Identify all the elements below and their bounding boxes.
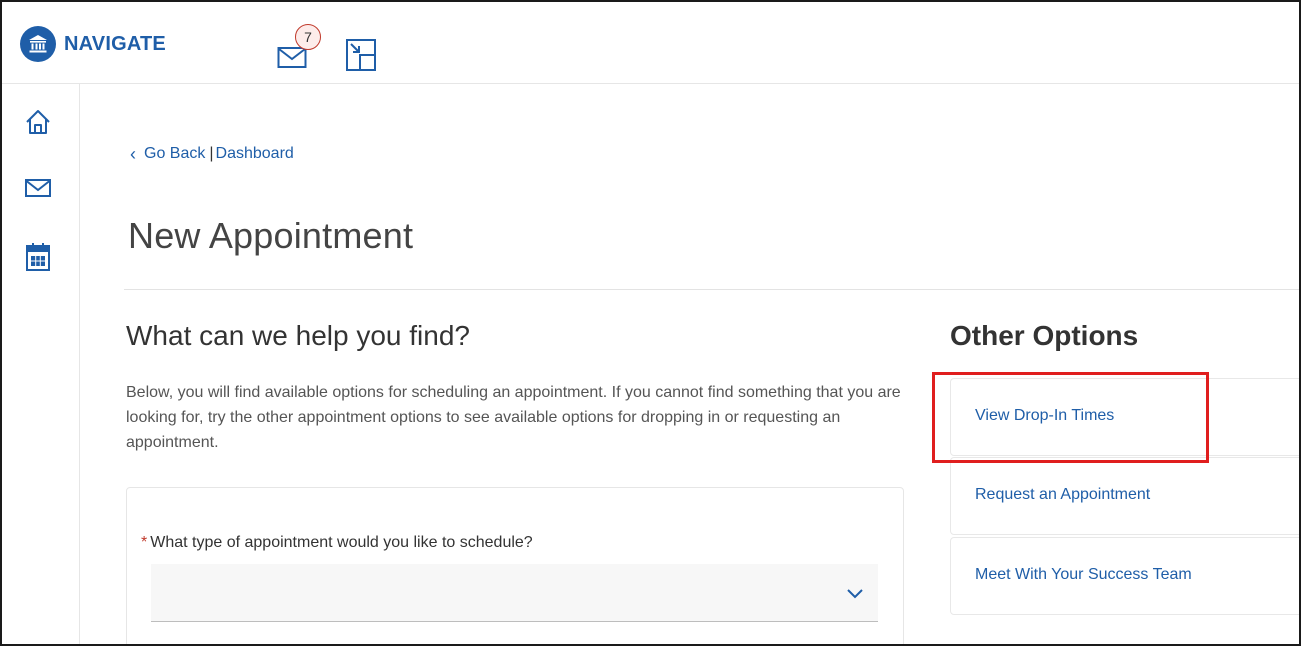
header-divider [124, 289, 1299, 290]
request-appointment-option[interactable]: Request an Appointment [950, 457, 1299, 535]
highlight-box [932, 372, 1209, 463]
calendar-nav-button[interactable] [24, 242, 52, 271]
messages-button[interactable]: 7 [277, 24, 345, 74]
meet-success-team-option[interactable]: Meet With Your Success Team [950, 537, 1299, 615]
appointment-type-label-text: What type of appointment would you like … [150, 534, 533, 551]
calendar-icon [26, 243, 50, 271]
top-bar: NAVIGATE 7 [2, 2, 1299, 84]
resize-window-icon [346, 39, 376, 71]
home-icon [26, 110, 50, 134]
envelope-icon [25, 179, 51, 197]
finder-title: What can we help you find? [126, 320, 470, 351]
required-marker: * [141, 534, 148, 551]
chevron-left-icon: ‹ [130, 144, 136, 164]
appointment-type-label: * What type of appointment would you like… [141, 534, 533, 552]
appointment-form-card: * What type of appointment would you like… [126, 487, 904, 644]
university-building-icon [20, 26, 56, 62]
navigate-logo[interactable]: NAVIGATE [20, 26, 166, 62]
home-nav-button[interactable] [24, 108, 52, 136]
page-title: New Appointment [128, 215, 414, 256]
resize-window-button[interactable] [345, 38, 377, 72]
app-window: NAVIGATE 7 ‹ Go Back | Dashboard New App… [0, 0, 1301, 646]
chevron-down-icon [847, 589, 863, 599]
left-nav-rail [2, 84, 80, 644]
messages-nav-button[interactable] [24, 176, 52, 204]
finder-intro: Below, you will find available options f… [126, 384, 901, 451]
appointment-type-select[interactable] [151, 564, 878, 622]
breadcrumb-separator: | [209, 145, 214, 162]
breadcrumb: ‹ Go Back | Dashboard [130, 145, 294, 163]
app-name: NAVIGATE [64, 32, 166, 55]
other-options-title: Other Options [950, 320, 1139, 351]
unread-count-badge: 7 [295, 24, 321, 50]
envelope-icon [277, 47, 307, 68]
dashboard-link[interactable]: Dashboard [216, 145, 294, 163]
go-back-link[interactable]: Go Back [144, 145, 205, 163]
request-appointment-link[interactable]: Request an Appointment [975, 486, 1150, 504]
meet-success-team-link[interactable]: Meet With Your Success Team [975, 566, 1192, 584]
